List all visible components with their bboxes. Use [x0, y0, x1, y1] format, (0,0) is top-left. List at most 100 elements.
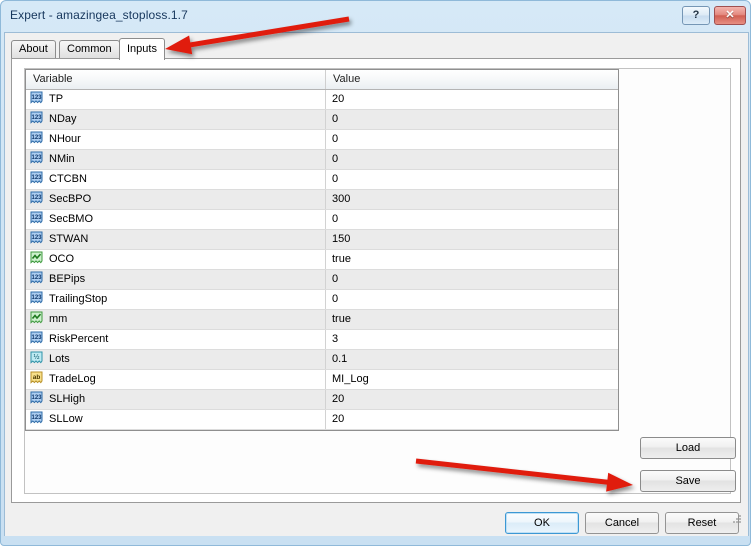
- cell-value[interactable]: 0: [326, 210, 618, 229]
- cell-value[interactable]: 0: [326, 130, 618, 149]
- int-123-icon: 123: [30, 411, 43, 424]
- table-body: 123 TP 20 123 NDay 0 123 NHour 0 123 NMin 0 123 CTCBN…: [26, 90, 618, 430]
- help-icon[interactable]: ?: [682, 6, 710, 25]
- int-123-icon: 123: [30, 151, 43, 164]
- cell-value[interactable]: 0: [326, 270, 618, 289]
- close-icon[interactable]: ✕: [714, 6, 746, 25]
- cell-variable[interactable]: 123 STWAN: [26, 230, 326, 249]
- int-123-icon: 123: [30, 271, 43, 284]
- expert-properties-dialog: Expert - amazingea_stoploss.1.7 ? ✕ Abou…: [0, 0, 751, 546]
- table-row[interactable]: 123 NMin 0: [26, 150, 618, 170]
- variable-name: TrailingStop: [49, 293, 108, 305]
- int-123-icon: 123: [30, 191, 43, 204]
- cell-value[interactable]: 0: [326, 170, 618, 189]
- variable-name: SecBMO: [49, 213, 94, 225]
- table-row[interactable]: OCO true: [26, 250, 618, 270]
- cell-value[interactable]: 0: [326, 290, 618, 309]
- svg-text:123: 123: [31, 295, 42, 301]
- svg-text:123: 123: [31, 195, 42, 201]
- cell-value[interactable]: true: [326, 310, 618, 329]
- cell-variable[interactable]: ab TradeLog: [26, 370, 326, 389]
- cell-value[interactable]: 300: [326, 190, 618, 209]
- table-row[interactable]: 123 SecBPO 300: [26, 190, 618, 210]
- cell-value[interactable]: 0: [326, 110, 618, 129]
- cell-variable[interactable]: 123 TP: [26, 90, 326, 109]
- cell-value[interactable]: true: [326, 250, 618, 269]
- int-123-icon: 123: [30, 211, 43, 224]
- ok-button[interactable]: OK: [505, 512, 579, 534]
- resize-grip-icon[interactable]: [732, 514, 742, 524]
- cell-variable[interactable]: 123 TrailingStop: [26, 290, 326, 309]
- tab-page-inputs: Variable Value 123 TP 20 123 NDay 0 123 NHour 0 1…: [11, 58, 741, 503]
- int-123-icon: 123: [30, 331, 43, 344]
- dialog-client-area: About Common Inputs Variable Value 123 TP…: [4, 32, 749, 536]
- table-row[interactable]: ½ Lots 0.1: [26, 350, 618, 370]
- variable-name: SLHigh: [49, 393, 86, 405]
- svg-text:123: 123: [31, 395, 42, 401]
- cell-variable[interactable]: 123 NHour: [26, 130, 326, 149]
- table-row[interactable]: 123 NDay 0: [26, 110, 618, 130]
- cell-variable[interactable]: ½ Lots: [26, 350, 326, 369]
- variable-name: BEPips: [49, 273, 86, 285]
- table-row[interactable]: 123 TP 20: [26, 90, 618, 110]
- variable-name: NMin: [49, 153, 75, 165]
- svg-text:123: 123: [31, 415, 42, 421]
- variable-name: SLLow: [49, 413, 83, 425]
- cell-variable[interactable]: 123 CTCBN: [26, 170, 326, 189]
- table-row[interactable]: 123 BEPips 0: [26, 270, 618, 290]
- svg-text:123: 123: [31, 135, 42, 141]
- reset-button[interactable]: Reset: [665, 512, 739, 534]
- cell-variable[interactable]: 123 SLHigh: [26, 390, 326, 409]
- table-row[interactable]: 123 NHour 0: [26, 130, 618, 150]
- cell-value[interactable]: 150: [326, 230, 618, 249]
- load-button[interactable]: Load: [640, 437, 736, 459]
- tab-common[interactable]: Common: [59, 40, 120, 59]
- cell-value[interactable]: 20: [326, 410, 618, 429]
- tab-about[interactable]: About: [11, 40, 56, 59]
- cell-variable[interactable]: 123 NMin: [26, 150, 326, 169]
- table-header-row: Variable Value: [26, 70, 618, 90]
- table-row[interactable]: 123 SLLow 20: [26, 410, 618, 430]
- table-row[interactable]: 123 TrailingStop 0: [26, 290, 618, 310]
- tab-inputs[interactable]: Inputs: [119, 38, 165, 60]
- column-header-value[interactable]: Value: [326, 70, 618, 89]
- variable-name: CTCBN: [49, 173, 87, 185]
- cell-variable[interactable]: OCO: [26, 250, 326, 269]
- inputs-table[interactable]: Variable Value 123 TP 20 123 NDay 0 123 NHour 0 1…: [25, 69, 619, 431]
- cell-value[interactable]: 0: [326, 150, 618, 169]
- table-row[interactable]: 123 STWAN 150: [26, 230, 618, 250]
- svg-text:123: 123: [31, 155, 42, 161]
- cancel-button[interactable]: Cancel: [585, 512, 659, 534]
- table-row[interactable]: ab TradeLog MI_Log: [26, 370, 618, 390]
- table-row[interactable]: mm true: [26, 310, 618, 330]
- column-header-variable[interactable]: Variable: [26, 70, 326, 89]
- bool-icon: [30, 251, 43, 264]
- cell-value[interactable]: 0.1: [326, 350, 618, 369]
- table-row[interactable]: 123 SLHigh 20: [26, 390, 618, 410]
- cell-variable[interactable]: 123 NDay: [26, 110, 326, 129]
- cell-value[interactable]: 3: [326, 330, 618, 349]
- inputs-panel: Variable Value 123 TP 20 123 NDay 0 123 NHour 0 1…: [24, 68, 736, 494]
- cell-variable[interactable]: mm: [26, 310, 326, 329]
- variable-name: RiskPercent: [49, 333, 109, 345]
- variable-name: Lots: [49, 353, 70, 365]
- table-row[interactable]: 123 SecBMO 0: [26, 210, 618, 230]
- svg-text:123: 123: [31, 175, 42, 181]
- table-row[interactable]: 123 CTCBN 0: [26, 170, 618, 190]
- variable-name: TP: [49, 93, 64, 105]
- cell-variable[interactable]: 123 RiskPercent: [26, 330, 326, 349]
- cell-variable[interactable]: 123 SLLow: [26, 410, 326, 429]
- svg-text:123: 123: [31, 235, 42, 241]
- cell-value[interactable]: 20: [326, 390, 618, 409]
- variable-name: NHour: [49, 133, 81, 145]
- variable-name: mm: [49, 313, 68, 325]
- svg-text:½: ½: [34, 353, 40, 361]
- cell-value[interactable]: MI_Log: [326, 370, 618, 389]
- cell-variable[interactable]: 123 SecBPO: [26, 190, 326, 209]
- table-row[interactable]: 123 RiskPercent 3: [26, 330, 618, 350]
- cell-variable[interactable]: 123 BEPips: [26, 270, 326, 289]
- title-bar[interactable]: Expert - amazingea_stoploss.1.7 ? ✕: [1, 1, 751, 32]
- save-button[interactable]: Save: [640, 470, 736, 492]
- cell-variable[interactable]: 123 SecBMO: [26, 210, 326, 229]
- cell-value[interactable]: 20: [326, 90, 618, 109]
